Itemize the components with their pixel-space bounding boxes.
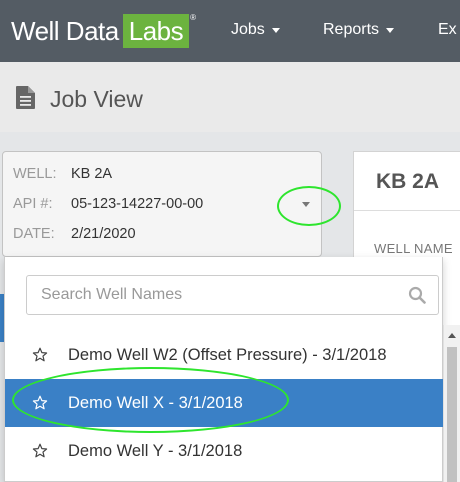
date-label: DATE:: [13, 226, 55, 242]
search-well-names-input[interactable]: [27, 276, 407, 314]
page-header: Job View: [0, 62, 460, 132]
list-item-label: Demo Well Y - 3/1/2018: [68, 441, 243, 460]
nav-reports-label: Reports: [323, 21, 380, 38]
caret-down-icon: [386, 27, 395, 33]
star-outline-icon[interactable]: [32, 443, 48, 459]
well-dropdown-menu: Demo Well W2 (Offset Pressure) - 3/1/201…: [4, 257, 443, 482]
api-value: 05-123-14227-00-00: [71, 196, 204, 212]
dropdown-scrollbar[interactable]: [443, 325, 460, 482]
page-title: Job View: [50, 86, 143, 112]
welldatalabs-logo[interactable]: Well Data Labs ®: [11, 13, 197, 48]
nav-reports-menu[interactable]: Reports: [323, 21, 395, 39]
well-row: WELL: KB 2A: [13, 166, 112, 182]
well-value: KB 2A: [71, 166, 113, 182]
panel-divider: [354, 210, 460, 211]
list-item-label: Demo Well W2 (Offset Pressure) - 3/1/201…: [68, 345, 387, 364]
logo-registered-mark: ®: [190, 13, 197, 22]
list-item[interactable]: Demo Well Y - 3/1/2018: [5, 427, 443, 475]
document-icon: [16, 86, 35, 109]
date-value: 2/21/2020: [71, 226, 136, 242]
caret-down-icon: [271, 27, 280, 33]
well-selector[interactable]: WELL: KB 2A API #: 05-123-14227-00-00 DA…: [2, 151, 322, 257]
highlight-circle-annotation: [277, 186, 341, 226]
scrollbar-thumb[interactable]: [447, 347, 457, 482]
scroll-up-arrow-icon[interactable]: [448, 333, 456, 338]
top-navbar: Well Data Labs ® Jobs Reports Ex: [0, 0, 460, 62]
api-row: API #: 05-123-14227-00-00: [13, 196, 203, 212]
date-row: DATE: 2/21/2020: [13, 226, 136, 242]
api-label: API #:: [13, 196, 53, 212]
highlight-oval-annotation: [12, 367, 289, 433]
logo-text: Well Data: [11, 16, 119, 46]
well-name-label: WELL NAME: [374, 241, 453, 256]
search-icon[interactable]: [408, 286, 426, 304]
well-label: WELL:: [13, 166, 57, 182]
logo-labs-badge: Labs: [122, 14, 190, 48]
star-outline-icon[interactable]: [32, 347, 48, 363]
nav-export-menu[interactable]: Ex: [438, 21, 457, 39]
nav-export-label: Ex: [438, 21, 457, 38]
nav-jobs-label: Jobs: [231, 21, 265, 38]
search-box: [26, 275, 439, 315]
panel-well-title: KB 2A: [376, 170, 440, 193]
nav-jobs-menu[interactable]: Jobs: [231, 21, 280, 39]
